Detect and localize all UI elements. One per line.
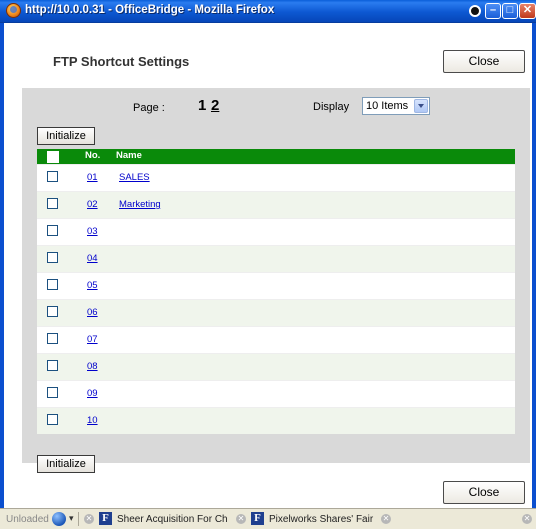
row-checkbox[interactable] xyxy=(47,333,58,344)
table-row: 01 SALES xyxy=(37,164,515,191)
maximize-button[interactable]: □ xyxy=(502,3,518,19)
page-header: FTP Shortcut Settings Close xyxy=(4,23,532,88)
table-row: 10 xyxy=(37,407,515,434)
row-name-link[interactable]: SALES xyxy=(119,172,150,183)
row-number-link[interactable]: 09 xyxy=(87,388,98,399)
page-current: 1 xyxy=(198,97,207,114)
row-number-link[interactable]: 01 xyxy=(87,172,98,183)
page-title: FTP Shortcut Settings xyxy=(53,54,190,69)
row-checkbox[interactable] xyxy=(47,279,58,290)
feed-icon[interactable]: F xyxy=(99,512,112,525)
statusbar-tab-1[interactable]: Sheer Acquisition For Ch xyxy=(117,514,228,525)
row-number-link[interactable]: 10 xyxy=(87,415,98,426)
row-number-link[interactable]: 03 xyxy=(87,226,98,237)
row-number-link[interactable]: 05 xyxy=(87,280,98,291)
row-checkbox[interactable] xyxy=(47,225,58,236)
chevron-down-icon[interactable] xyxy=(414,99,428,113)
select-all-checkbox[interactable] xyxy=(47,151,59,163)
dropdown-arrow-icon[interactable]: ▾ xyxy=(69,513,74,524)
table-row: 02 Marketing xyxy=(37,191,515,218)
globe-icon[interactable] xyxy=(52,512,66,526)
table-row: 07 xyxy=(37,326,515,353)
close-button-top[interactable]: Close xyxy=(443,50,525,73)
table-row: 06 xyxy=(37,299,515,326)
table-row: 09 xyxy=(37,380,515,407)
page-content: FTP Shortcut Settings Close Page : 1 2 D… xyxy=(4,23,532,508)
status-text: Unloaded xyxy=(6,514,49,525)
display-label: Display xyxy=(313,101,350,113)
browser-statusbar: Unloaded ▾ ✕ F Sheer Acquisition For Ch … xyxy=(0,508,536,529)
table-row: 03 xyxy=(37,218,515,245)
row-checkbox[interactable] xyxy=(47,387,58,398)
statusbar-tab-2[interactable]: Pixelworks Shares' Fair xyxy=(269,514,373,525)
page-label: Page : xyxy=(133,102,165,114)
cancel-icon[interactable]: ✕ xyxy=(236,514,246,524)
initialize-button-top[interactable]: Initialize xyxy=(37,127,95,145)
row-checkbox[interactable] xyxy=(47,198,58,209)
statusbar-divider xyxy=(78,512,79,526)
feed-icon[interactable]: F xyxy=(251,512,264,525)
row-number-link[interactable]: 08 xyxy=(87,361,98,372)
page-link-2[interactable]: 2 xyxy=(211,97,219,114)
column-header-no: No. xyxy=(85,150,101,161)
table-row: 08 xyxy=(37,353,515,380)
window-title: http://10.0.0.31 - OfficeBridge - Mozill… xyxy=(25,4,275,16)
row-number-link[interactable]: 04 xyxy=(87,253,98,264)
row-name-link[interactable]: Marketing xyxy=(119,199,161,210)
table-row: 05 xyxy=(37,272,515,299)
close-window-button[interactable]: ✕ xyxy=(519,3,536,19)
table-row: 04 xyxy=(37,245,515,272)
display-select[interactable]: 10 Items xyxy=(362,97,430,115)
close-button-bottom[interactable]: Close xyxy=(443,481,525,504)
row-checkbox[interactable] xyxy=(47,360,58,371)
row-checkbox[interactable] xyxy=(47,414,58,425)
row-checkbox[interactable] xyxy=(47,306,58,317)
row-number-link[interactable]: 02 xyxy=(87,199,98,210)
firefox-icon xyxy=(6,3,21,18)
row-number-link[interactable]: 07 xyxy=(87,334,98,345)
display-select-value: 10 Items xyxy=(366,100,409,112)
row-checkbox[interactable] xyxy=(47,252,58,263)
cancel-icon[interactable]: ✕ xyxy=(84,514,94,524)
table-header: No. Name xyxy=(37,149,515,164)
cancel-icon[interactable]: ✕ xyxy=(522,514,532,524)
gear-icon[interactable] xyxy=(467,3,483,19)
window-titlebar[interactable]: http://10.0.0.31 - OfficeBridge - Mozill… xyxy=(0,0,536,23)
row-number-link[interactable]: 06 xyxy=(87,307,98,318)
row-checkbox[interactable] xyxy=(47,171,58,182)
cancel-icon[interactable]: ✕ xyxy=(381,514,391,524)
initialize-button-bottom[interactable]: Initialize xyxy=(37,455,95,473)
minimize-button[interactable]: – xyxy=(485,3,501,19)
column-header-name: Name xyxy=(116,150,142,161)
shortcut-table: No. Name 01 SALES 02 Marketing 03 04 05 … xyxy=(37,149,515,434)
settings-panel: Page : 1 2 Display 10 Items Initialize N… xyxy=(22,88,530,473)
